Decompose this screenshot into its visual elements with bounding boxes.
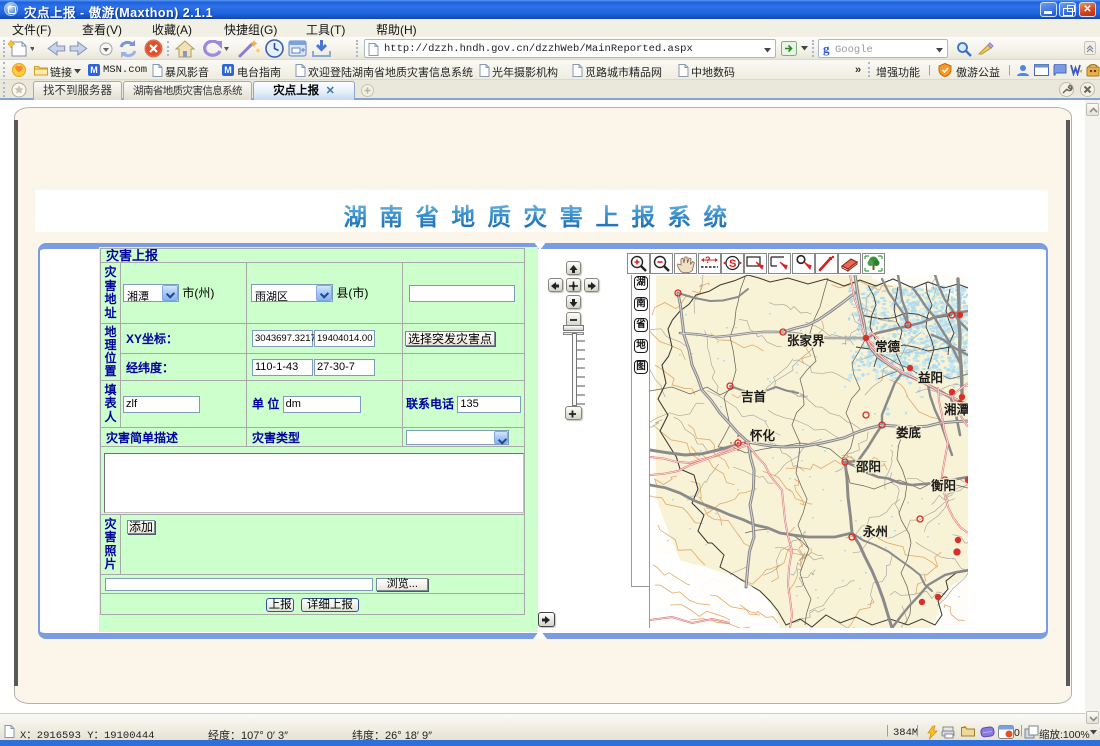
svg-text:S: S — [729, 258, 736, 270]
svg-text:湘潭: 湘潭 — [944, 402, 968, 417]
svg-text:常德: 常德 — [875, 339, 901, 354]
svg-text:怀化: 怀化 — [750, 428, 776, 443]
svg-text:吉首: 吉首 — [741, 389, 767, 404]
svg-text:益阳: 益阳 — [918, 370, 943, 385]
svg-text:张家界: 张家界 — [787, 333, 825, 348]
svg-text:娄底: 娄底 — [896, 425, 922, 440]
svg-text:邵阳: 邵阳 — [855, 459, 881, 474]
svg-text:衡阳: 衡阳 — [931, 478, 956, 493]
svg-text:永州: 永州 — [862, 524, 888, 539]
